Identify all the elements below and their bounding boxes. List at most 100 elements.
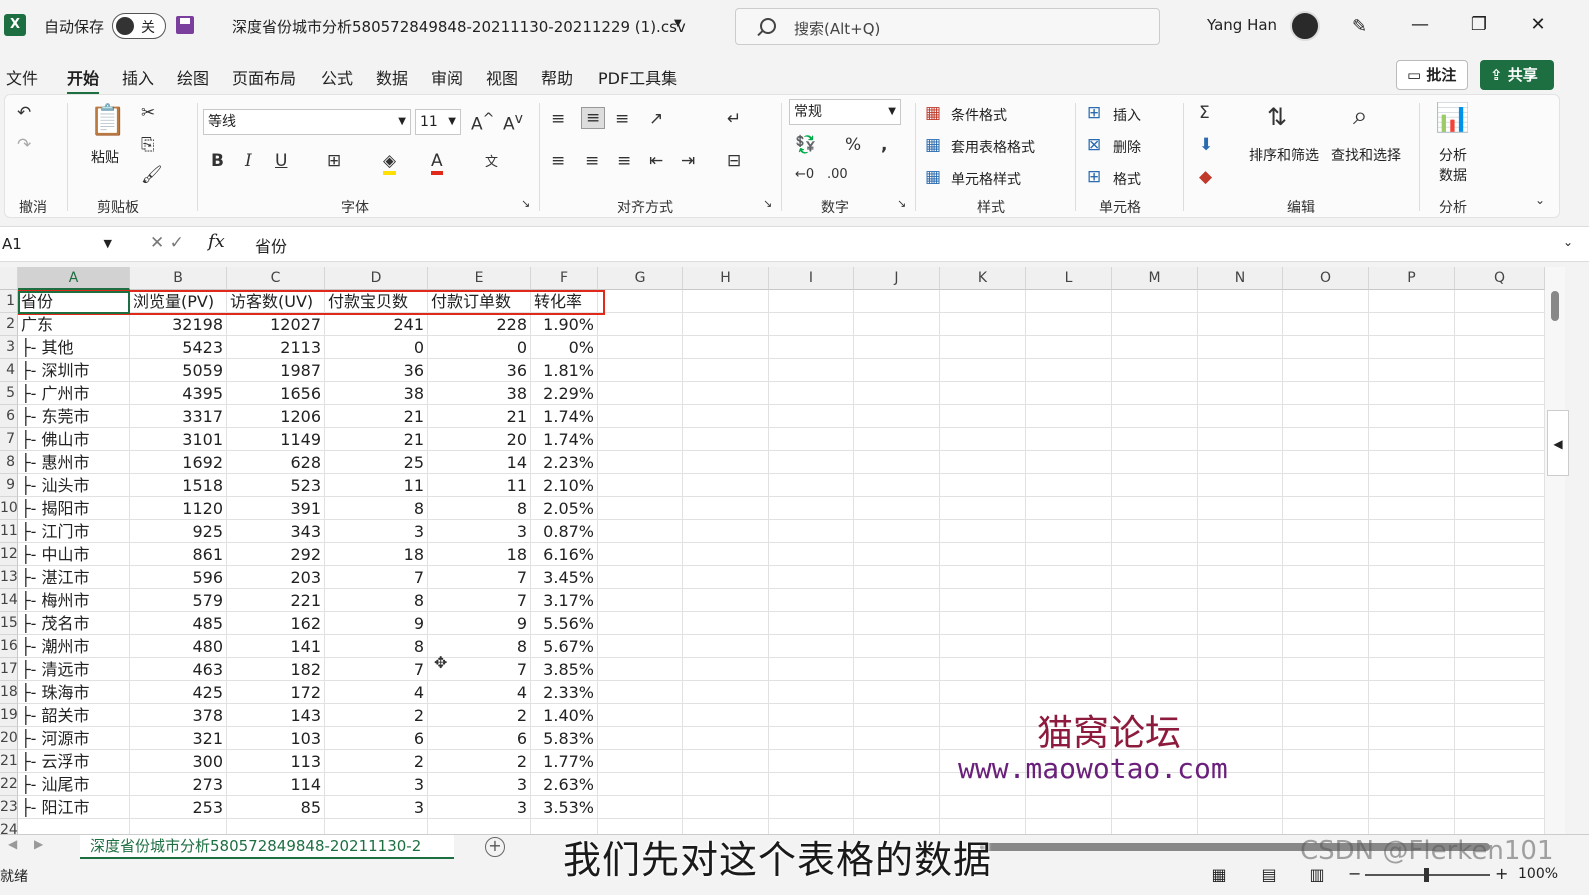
cell[interactable]: 11 [428, 474, 531, 497]
cell[interactable] [769, 750, 854, 773]
row-header[interactable]: 5 [0, 382, 18, 405]
cell[interactable]: ├- 河源市 [18, 727, 130, 750]
cell[interactable] [1198, 474, 1283, 497]
cell[interactable] [769, 497, 854, 520]
cell[interactable]: 203 [227, 566, 325, 589]
cell[interactable]: 浏览量(PV) [130, 290, 227, 313]
cell[interactable] [940, 566, 1026, 589]
currency-icon[interactable]: 💱 [795, 135, 816, 155]
cell[interactable] [1369, 589, 1455, 612]
cell[interactable] [1283, 635, 1369, 658]
cell[interactable]: 3 [428, 520, 531, 543]
redo-icon[interactable]: ↷ [17, 135, 31, 155]
cell[interactable] [1369, 359, 1455, 382]
menu-page-layout[interactable]: 页面布局 [232, 65, 296, 89]
cell[interactable] [683, 612, 769, 635]
cell[interactable]: 9 [428, 612, 531, 635]
cell[interactable] [854, 336, 940, 359]
orientation-icon[interactable]: ↗ [649, 109, 663, 129]
cell[interactable]: 292 [227, 543, 325, 566]
cell[interactable] [1112, 474, 1198, 497]
cell[interactable]: 1149 [227, 428, 325, 451]
cell[interactable]: 114 [227, 773, 325, 796]
row-header[interactable]: 17 [0, 658, 18, 681]
cell[interactable] [769, 727, 854, 750]
cell[interactable] [1455, 520, 1545, 543]
cell[interactable] [1198, 704, 1283, 727]
cell[interactable] [1455, 290, 1545, 313]
cell[interactable] [683, 497, 769, 520]
cell[interactable] [940, 543, 1026, 566]
cell[interactable] [940, 589, 1026, 612]
cell[interactable] [1026, 612, 1112, 635]
align-bottom-icon[interactable]: ≡ [615, 109, 629, 129]
select-all-corner[interactable] [0, 267, 18, 290]
cell[interactable] [1455, 704, 1545, 727]
row-header[interactable]: 11 [0, 520, 18, 543]
column-header-d[interactable]: D [325, 267, 428, 290]
cell[interactable] [683, 451, 769, 474]
cell[interactable] [854, 704, 940, 727]
cell[interactable] [598, 474, 683, 497]
cell[interactable] [1026, 451, 1112, 474]
delete-cells-button[interactable]: 删除 [1113, 137, 1141, 157]
cell[interactable]: 21 [325, 428, 428, 451]
cell[interactable] [1455, 658, 1545, 681]
undo-icon[interactable]: ↶ [17, 103, 31, 123]
cell[interactable] [1455, 451, 1545, 474]
cell[interactable]: 2 [325, 704, 428, 727]
cell[interactable]: 1518 [130, 474, 227, 497]
cell[interactable] [1112, 451, 1198, 474]
align-top-icon[interactable]: ≡ [551, 109, 565, 129]
menu-draw[interactable]: 绘图 [177, 65, 209, 89]
cell[interactable]: 5.83% [531, 727, 598, 750]
cell[interactable]: 0.87% [531, 520, 598, 543]
row-header[interactable]: 19 [0, 704, 18, 727]
cell[interactable] [769, 359, 854, 382]
restore-button[interactable]: ❐ [1464, 14, 1494, 35]
cell[interactable] [1026, 520, 1112, 543]
name-box[interactable]: A1 ▼ [0, 231, 118, 259]
cell[interactable]: 省份 [18, 290, 130, 313]
cell[interactable]: 2.05% [531, 497, 598, 520]
cell[interactable] [1283, 382, 1369, 405]
cell[interactable]: ├- 茂名市 [18, 612, 130, 635]
cell[interactable] [1455, 566, 1545, 589]
sort-filter-button[interactable]: 排序和筛选 [1249, 145, 1319, 165]
cell[interactable] [940, 313, 1026, 336]
cell[interactable] [940, 796, 1026, 819]
menu-view[interactable]: 视图 [486, 65, 518, 89]
cell[interactable] [1283, 727, 1369, 750]
row-header[interactable]: 12 [0, 543, 18, 566]
cell[interactable] [1026, 796, 1112, 819]
cell[interactable]: ├- 湛江市 [18, 566, 130, 589]
cell[interactable]: 5.67% [531, 635, 598, 658]
row-header[interactable]: 10 [0, 497, 18, 520]
cell[interactable] [940, 290, 1026, 313]
cell[interactable] [1283, 451, 1369, 474]
row-header[interactable]: 22 [0, 773, 18, 796]
cell[interactable]: 480 [130, 635, 227, 658]
analyze-data-label-1[interactable]: 分析 [1439, 145, 1467, 165]
cell[interactable] [769, 773, 854, 796]
cell[interactable] [683, 704, 769, 727]
cell[interactable]: 7 [325, 658, 428, 681]
cell[interactable] [1198, 612, 1283, 635]
cell[interactable] [1369, 428, 1455, 451]
cell[interactable]: ├- 云浮市 [18, 750, 130, 773]
menu-pdf-tools[interactable]: PDF工具集 [598, 65, 677, 89]
dialog-launcher-icon[interactable]: ↘ [897, 197, 906, 210]
cell[interactable] [1283, 290, 1369, 313]
autosum-icon[interactable]: Σ [1199, 103, 1210, 123]
cell[interactable] [1455, 589, 1545, 612]
cell[interactable] [854, 589, 940, 612]
cell[interactable] [1455, 405, 1545, 428]
cell[interactable] [1198, 428, 1283, 451]
cell[interactable] [1283, 681, 1369, 704]
cell[interactable] [1283, 612, 1369, 635]
cell[interactable] [1455, 796, 1545, 819]
cell[interactable]: 1.77% [531, 750, 598, 773]
cell[interactable]: 8 [325, 635, 428, 658]
cell[interactable]: 425 [130, 681, 227, 704]
cell[interactable]: 6 [428, 727, 531, 750]
